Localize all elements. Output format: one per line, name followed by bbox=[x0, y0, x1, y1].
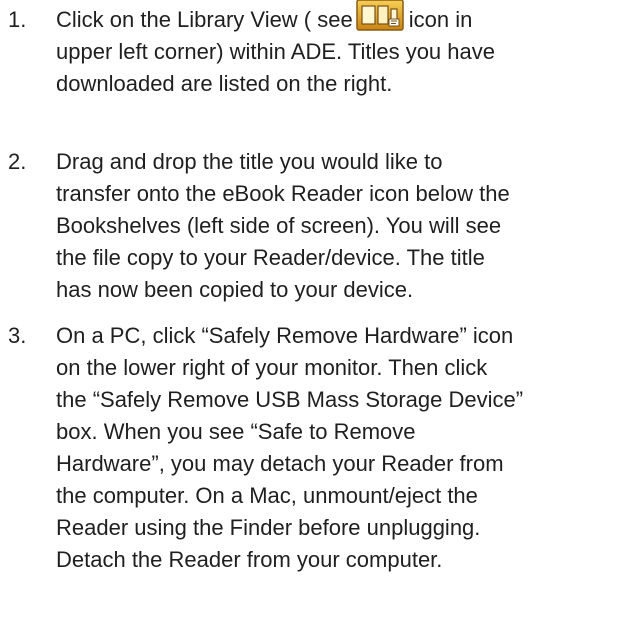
step-1-line-2: upper left corner) within ADE. Titles yo… bbox=[56, 39, 495, 64]
library-view-icon bbox=[355, 0, 404, 31]
step-1-text-before-icon: Click on the Library View ( see bbox=[56, 7, 353, 32]
step-2-line-2: transfer onto the eBook Reader icon belo… bbox=[56, 181, 510, 206]
step-1-line-1: Click on the Library View ( see icon in bbox=[56, 0, 614, 36]
step-2-line-1: Drag and drop the title you would like t… bbox=[56, 149, 443, 174]
step-3-text: On a PC, click “Safely Remove Hardware” … bbox=[56, 320, 614, 576]
step-3-line-6: the computer. On a Mac, unmount/eject th… bbox=[56, 483, 478, 508]
step-3-line-1: On a PC, click “Safely Remove Hardware” … bbox=[56, 323, 514, 348]
step-1-text-after-icon: icon in bbox=[408, 7, 473, 32]
step-2-line-3: Bookshelves (left side of screen). You w… bbox=[56, 213, 502, 238]
step-3-line-7: Reader using the Finder before unpluggin… bbox=[56, 515, 481, 540]
step-2-number: 2. bbox=[8, 149, 27, 174]
step-3-line-8: Detach the Reader from your computer. bbox=[56, 547, 443, 572]
step-3-line-4: box. When you see “Safe to Remove bbox=[56, 419, 416, 444]
step-1-number: 1. bbox=[8, 7, 27, 32]
step-2-text: Drag and drop the title you would like t… bbox=[56, 146, 614, 306]
step-2-line-4: the file copy to your Reader/device. The… bbox=[56, 245, 485, 270]
step-1-line-3: downloaded are listed on the right. bbox=[56, 71, 393, 96]
step-3-line-3: the “Safely Remove USB Mass Storage Devi… bbox=[56, 387, 524, 412]
step-2-line-5: has now been copied to your device. bbox=[56, 277, 414, 302]
step-3-line-5: Hardware”, you may detach your Reader fr… bbox=[56, 451, 504, 476]
step-3-line-2: on the lower right of your monitor. Then… bbox=[56, 355, 488, 380]
step-3-number: 3. bbox=[8, 323, 27, 348]
step-1-text: Click on the Library View ( see icon in … bbox=[56, 0, 614, 100]
